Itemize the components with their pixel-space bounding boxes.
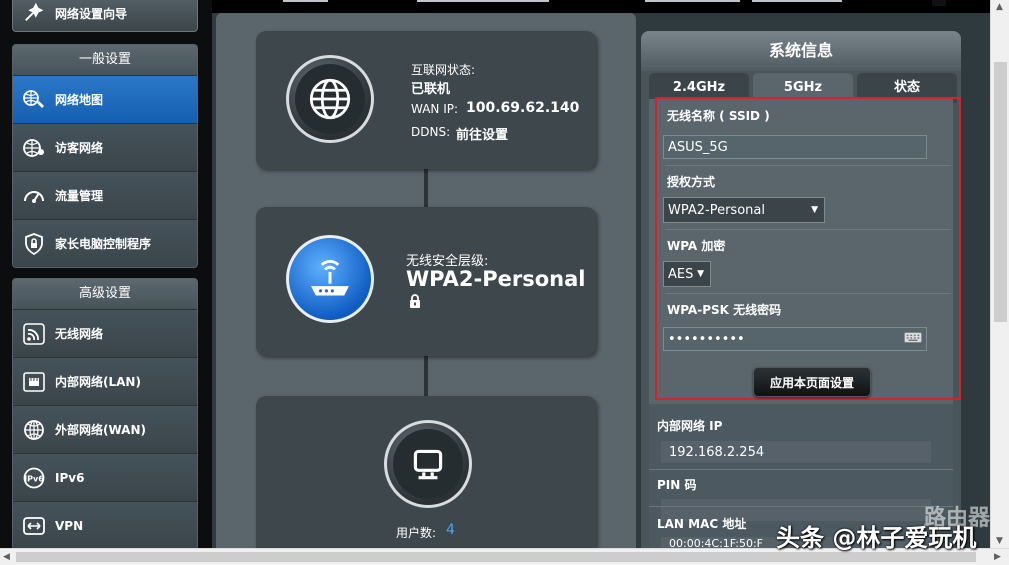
lan-ip-value: 192.168.2.254 (661, 441, 931, 463)
separator (649, 506, 953, 507)
watermark-author: 头条 @林子爱玩机 (776, 524, 977, 552)
dropdown-arrow-icon: ▼ (697, 269, 704, 279)
general-settings-title: 一般设置 (13, 45, 197, 75)
sidebar-item-label: VPN (55, 518, 84, 533)
lan-ip-label: 内部网络 IP (657, 419, 723, 433)
internet-status-value: 已联机 (411, 82, 451, 97)
sidebar-item-label: 网络地图 (55, 93, 104, 107)
dropdown-arrow-icon: ▼ (811, 205, 818, 215)
top-line (645, 0, 740, 2)
sidebar-item-traffic-manager[interactable]: 流量管理 (13, 171, 197, 219)
advanced-settings-title: 高级设置 (13, 279, 197, 309)
scroll-left-icon[interactable]: ◀ (3, 552, 10, 562)
sidebar-item-label: IPv6 (55, 470, 85, 485)
sidebar-item-vpn[interactable]: VPN (13, 501, 197, 549)
auth-method-select[interactable]: WPA2-Personal ▼ (663, 197, 825, 223)
sidebar-item-guest-network[interactable]: 访客网络 (13, 123, 197, 171)
ddns-label: DDNS: (411, 125, 451, 139)
connector-line (424, 168, 428, 210)
vertical-scrollbar[interactable]: ▲ ▼ (990, 0, 1009, 548)
system-info-panel: 系统信息 2.4GHz 5GHz 状态 无线名称 ( SSID ) ASUS_5… (641, 31, 961, 548)
internet-status-node[interactable]: 互联网状态: 已联机 WAN IP: 100.69.62.140 DDNS: 前… (256, 31, 596, 169)
guest-network-icon (21, 135, 47, 161)
wan-globe-icon (21, 417, 47, 443)
wan-ip-label: WAN IP: (411, 102, 459, 116)
scroll-down-icon[interactable]: ▼ (996, 536, 1003, 546)
top-line (417, 0, 549, 2)
wizard-button[interactable]: 网络设置向导 (12, 0, 198, 32)
sidebar-item-lan[interactable]: 内部网络(LAN) (13, 357, 197, 405)
sidebar-item-ipv6[interactable]: IPv6 IPv6 (13, 453, 197, 501)
separator (665, 293, 951, 294)
advanced-settings-group: 高级设置 无线网络 内部网络(LAN) 外部网络(WAN) IPv6 IPv6 (12, 278, 198, 550)
client-monitor-icon (384, 420, 472, 508)
scroll-up-icon[interactable]: ▲ (996, 2, 1003, 12)
top-line (752, 0, 842, 2)
horizontal-scroll-thumb[interactable] (16, 552, 976, 562)
separator (665, 229, 951, 230)
sidebar-item-network-map[interactable]: 网络地图 (13, 75, 197, 123)
client-count-label: 用户数: (396, 526, 437, 540)
clients-node[interactable]: 用户数: 4 (256, 396, 596, 548)
connector-line (424, 354, 428, 398)
sidebar-item-wireless[interactable]: 无线网络 (13, 309, 197, 357)
sidebar-item-label: 家长电脑控制程序 (55, 237, 152, 251)
sidebar-item-parental-control[interactable]: 家长电脑控制程序 (13, 219, 197, 267)
sidebar-item-label: 流量管理 (55, 189, 104, 203)
svg-text:IPv6: IPv6 (24, 474, 44, 483)
wireless-icon (21, 321, 47, 347)
scroll-right-icon[interactable]: ▶ (994, 552, 1001, 562)
sidebar-item-wan[interactable]: 外部网络(WAN) (13, 405, 197, 453)
separator (649, 469, 953, 470)
router-node[interactable]: 无线安全层级: WPA2-Personal (256, 207, 596, 356)
wizard-label: 网络设置向导 (55, 6, 128, 21)
pin-code-label: PIN 码 (657, 478, 697, 492)
wan-ip-value: 100.69.62.140 (466, 100, 580, 116)
router-icon (286, 235, 374, 323)
parental-shield-icon (21, 231, 47, 257)
vertical-scroll-thumb[interactable] (994, 62, 1007, 322)
apply-settings-button[interactable]: 应用本页面设置 (753, 367, 871, 397)
wizard-icon (21, 0, 47, 26)
sidebar-item-label: 无线网络 (55, 327, 104, 341)
psk-label: WPA-PSK 无线密码 (667, 303, 782, 317)
system-info-title: 系统信息 (641, 31, 961, 71)
wpa-encryption-label: WPA 加密 (667, 239, 726, 253)
sidebar: 网络设置向导 一般设置 网络地图 访客网络 流量管理 家长电脑控制程序 高级设置… (0, 0, 212, 550)
ssid-label: 无线名称 ( SSID ) (667, 109, 770, 123)
top-line (283, 0, 328, 2)
vpn-icon (21, 513, 47, 539)
psk-input[interactable]: •••••••••• (663, 327, 927, 351)
wpa-encryption-select[interactable]: AES ▼ (663, 261, 711, 287)
ddns-link[interactable]: 前往设置 (456, 124, 508, 143)
security-level-value: WPA2-Personal (406, 267, 586, 291)
ipv6-icon: IPv6 (21, 465, 47, 491)
client-count-value[interactable]: 4 (446, 522, 455, 538)
internet-globe-icon (286, 55, 374, 143)
lan-icon (21, 369, 47, 395)
sidebar-item-label: 外部网络(WAN) (55, 423, 146, 437)
internet-status-label: 互联网状态: (411, 63, 476, 77)
top-block (932, 0, 946, 6)
sidebar-item-label: 访客网络 (55, 141, 104, 155)
wireless-settings-box: 无线名称 ( SSID ) ASUS_5G 授权方式 WPA2-Personal… (655, 97, 961, 400)
keyboard-icon[interactable] (904, 331, 922, 347)
network-map-icon (21, 87, 47, 113)
auth-method-value: WPA2-Personal (668, 202, 765, 218)
traffic-gauge-icon (21, 183, 47, 209)
wpa-encryption-value: AES (668, 266, 694, 282)
lan-mac-label: LAN MAC 地址 (657, 517, 747, 531)
ssid-input[interactable]: ASUS_5G (663, 135, 927, 159)
general-settings-group: 一般设置 网络地图 访客网络 流量管理 家长电脑控制程序 (12, 44, 198, 268)
auth-method-label: 授权方式 (667, 175, 716, 189)
psk-value: •••••••••• (668, 331, 745, 347)
separator (665, 165, 951, 166)
sidebar-item-label: 内部网络(LAN) (55, 375, 141, 389)
lock-icon (408, 293, 422, 313)
